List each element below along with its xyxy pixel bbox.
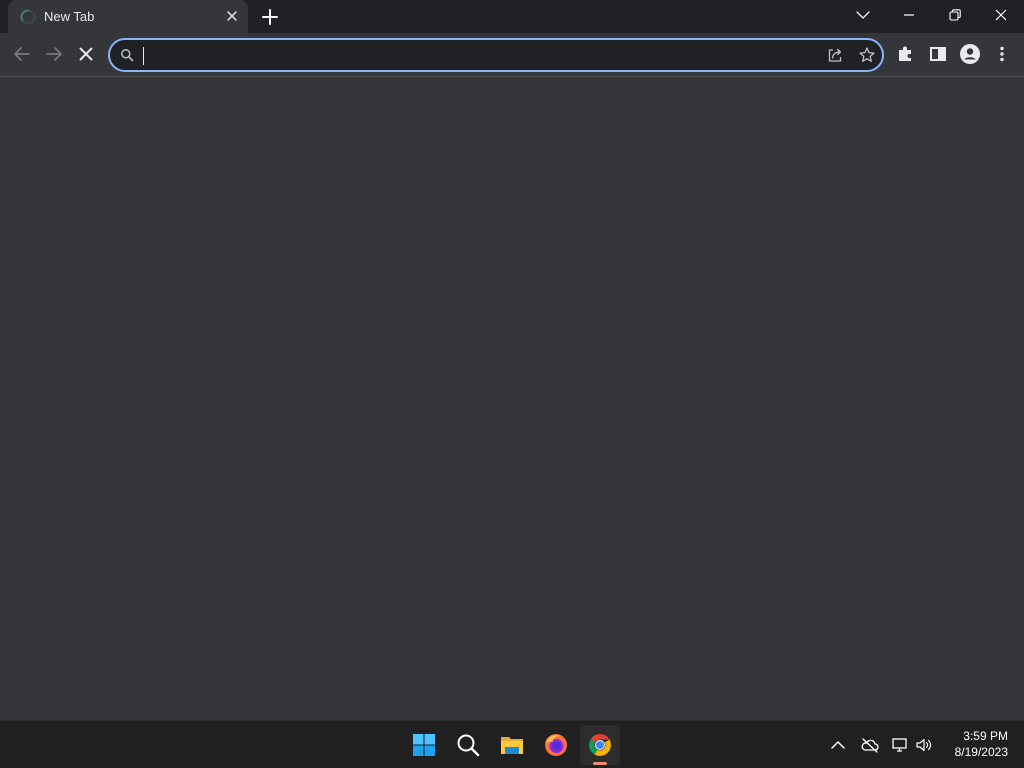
clock-time: 3:59 PM (963, 729, 1008, 743)
firefox-button[interactable] (536, 725, 576, 765)
address-input[interactable] (142, 44, 802, 66)
chevron-up-icon (831, 741, 845, 749)
page-content[interactable] (0, 77, 1024, 720)
start-button[interactable] (404, 725, 444, 765)
chrome-button[interactable] (580, 725, 620, 765)
profile-button[interactable] (958, 42, 982, 66)
close-icon (79, 47, 93, 61)
tab-title: New Tab (44, 9, 95, 24)
tab-strip: New Tab (0, 0, 1024, 33)
forward-button[interactable] (42, 42, 66, 66)
restore-button[interactable] (932, 0, 978, 30)
share-icon[interactable] (826, 46, 844, 64)
profile-icon (960, 44, 980, 64)
window-close-button[interactable] (978, 0, 1024, 30)
tab-new-tab[interactable]: New Tab (8, 0, 248, 33)
onedrive-button[interactable] (860, 735, 880, 755)
search-icon (120, 48, 134, 62)
text-caret (143, 47, 144, 65)
firefox-icon (545, 734, 567, 756)
puzzle-icon (899, 46, 911, 61)
side-panel-icon (930, 47, 946, 61)
network-button[interactable] (890, 735, 910, 755)
back-button[interactable] (10, 42, 34, 66)
plus-icon[interactable] (260, 7, 280, 27)
side-panel-button[interactable] (926, 42, 950, 66)
file-explorer-button[interactable] (492, 725, 532, 765)
menu-button[interactable] (990, 42, 1014, 66)
loading-spinner-icon (20, 9, 36, 25)
close-icon[interactable] (224, 8, 240, 24)
stop-button[interactable] (74, 42, 98, 66)
omnibox[interactable] (108, 38, 884, 72)
taskbar: 3:59 PM 8/19/2023 (0, 720, 1024, 768)
more-vertical-icon (1000, 46, 1004, 62)
star-icon[interactable] (858, 46, 876, 64)
extensions-button[interactable] (894, 42, 918, 66)
network-icon (892, 738, 907, 752)
system-clock[interactable]: 3:59 PM 8/19/2023 (928, 728, 1008, 760)
search-icon (457, 734, 480, 757)
taskbar-search-button[interactable] (448, 725, 488, 765)
folder-icon (501, 737, 523, 754)
browser-toolbar (0, 33, 1024, 77)
arrow-right-icon (46, 47, 62, 61)
windows-icon (413, 734, 435, 756)
chrome-icon (589, 734, 611, 756)
arrow-left-icon (14, 47, 30, 61)
clock-date: 8/19/2023 (954, 745, 1008, 759)
cloud-off-icon (861, 738, 879, 753)
minimize-button[interactable] (886, 0, 932, 30)
chevron-down-icon[interactable] (854, 6, 872, 24)
show-hidden-icons-button[interactable] (828, 735, 848, 755)
active-app-indicator (593, 762, 607, 765)
